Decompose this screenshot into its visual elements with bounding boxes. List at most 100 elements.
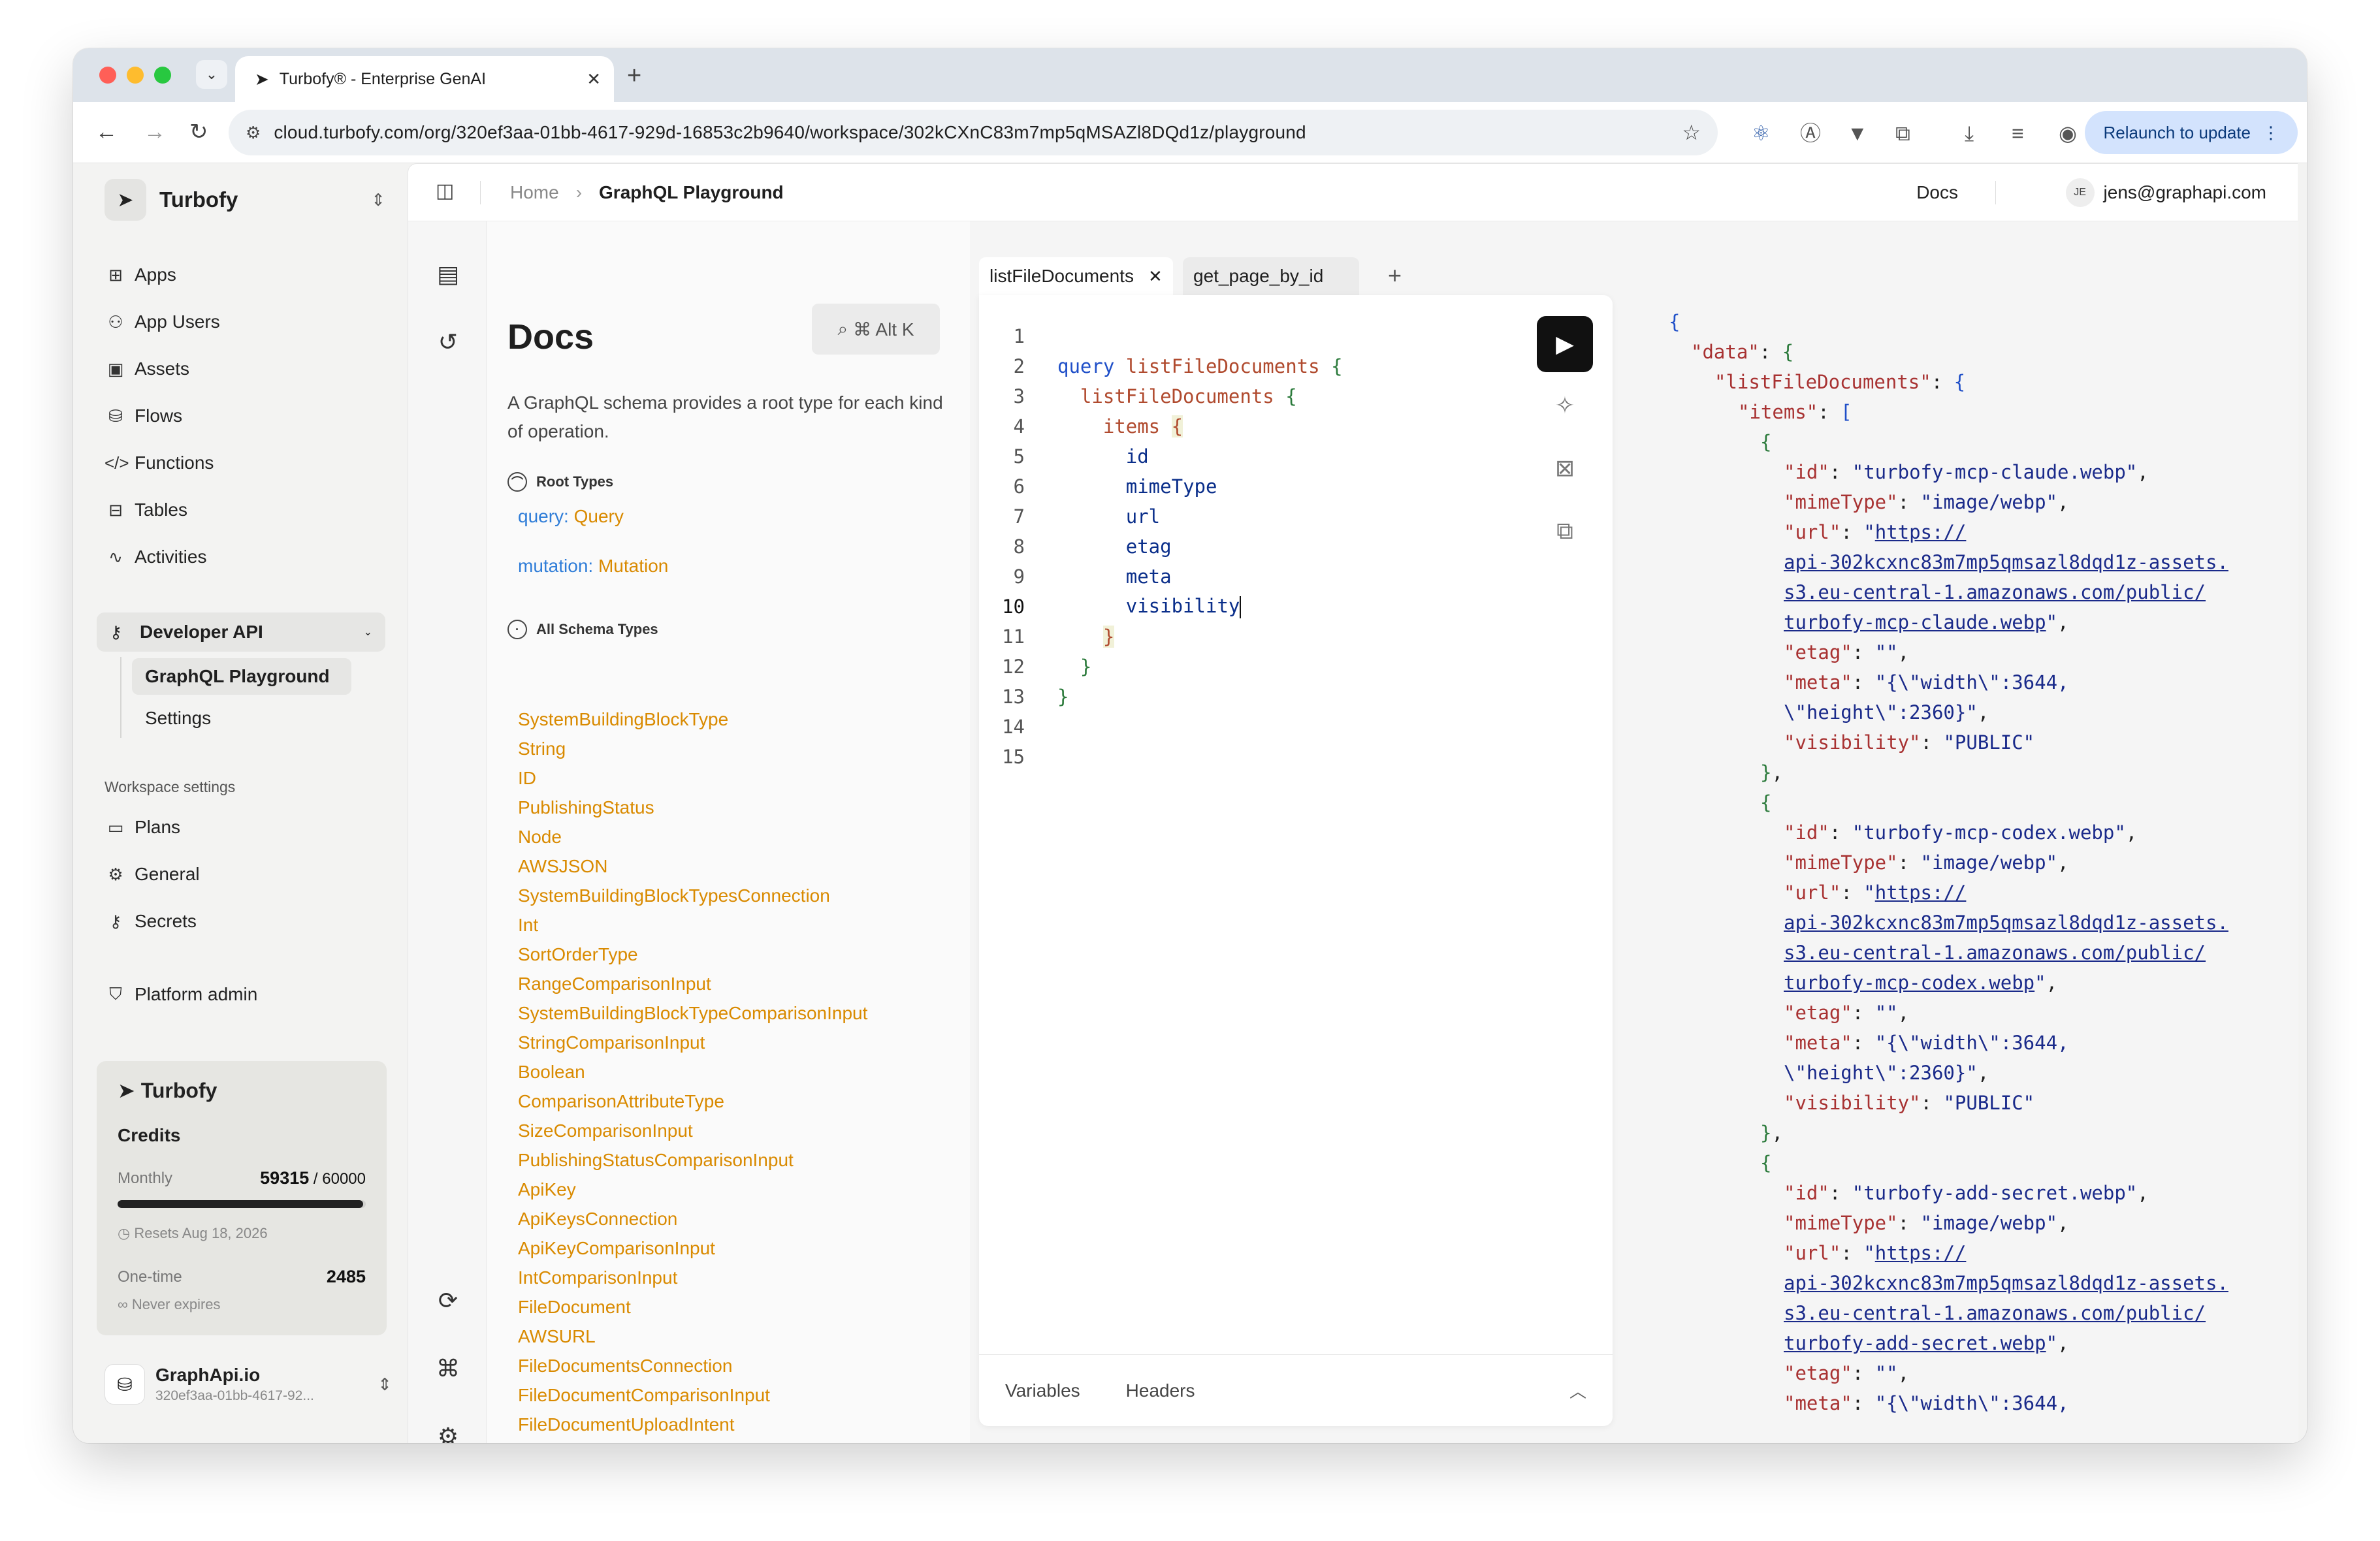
json-url-link[interactable]: s3.eu-central-1.amazonaws.com/public/	[1784, 942, 2206, 964]
forward-icon[interactable]: →	[144, 119, 166, 145]
tab-listFileDocuments[interactable]: listFileDocuments ✕	[979, 257, 1173, 295]
json-url-link[interactable]: api-302kcxnc83m7mp5qmsazl8dqd1z-assets.	[1784, 551, 2228, 573]
schema-type-link[interactable]: SystemBuildingBlockTypeComparisonInput	[518, 998, 874, 1028]
docs-explorer-icon[interactable]: ▤	[432, 258, 464, 291]
tab-get-page-by-id[interactable]: get_page_by_id	[1183, 257, 1359, 295]
address-bar-url[interactable]: cloud.turbofy.com/org/320ef3aa-01bb-4617…	[274, 122, 1682, 143]
tab-search-button[interactable]: ⌄	[196, 60, 227, 89]
new-tab-button[interactable]: +	[627, 63, 641, 89]
sidebar-toggle-icon[interactable]: ◫	[436, 180, 454, 202]
schema-type-link[interactable]: FileDocumentUploadIntentsConnection	[518, 1439, 874, 1443]
close-tab-icon[interactable]: ✕	[1148, 266, 1163, 287]
schema-type-link[interactable]: AWSJSON	[518, 851, 874, 881]
add-tab-button[interactable]: +	[1388, 262, 1402, 289]
schema-type-link[interactable]: ID	[518, 763, 874, 793]
schema-type-link[interactable]: StringComparisonInput	[518, 1028, 874, 1057]
schema-type-link[interactable]: FileDocument	[518, 1292, 874, 1322]
sidebar-item-assets[interactable]: ▣ Assets	[105, 350, 189, 388]
schema-type-link[interactable]: ApiKeysConnection	[518, 1204, 874, 1233]
reading-list-icon[interactable]: ≡	[2012, 120, 2024, 146]
json-url-link[interactable]: turbofy-add-secret.webp	[1784, 1332, 2046, 1354]
json-url-link[interactable]: api-302kcxnc83m7mp5qmsazl8dqd1z-assets.	[1784, 1272, 2228, 1294]
schema-type-link[interactable]: Node	[518, 822, 874, 851]
sidebar-item-functions[interactable]: </> Functions	[105, 444, 214, 482]
root-query-link[interactable]: query: Query	[518, 506, 624, 527]
schema-type-link[interactable]: SystemBuildingBlockType	[518, 705, 874, 734]
schema-type-link[interactable]: FileDocumentsConnection	[518, 1351, 874, 1380]
sidebar-item-app-users[interactable]: ⚇ App Users	[105, 303, 219, 341]
schema-type-link[interactable]: String	[518, 734, 874, 763]
json-url-link[interactable]: s3.eu-central-1.amazonaws.com/public/	[1784, 581, 2206, 603]
relaunch-button[interactable]: Relaunch to update ⋮	[2085, 111, 2298, 154]
workspace-switcher[interactable]: ➤ Turbofy ⇕	[105, 178, 385, 222]
sidebar-item-secrets[interactable]: ⚷ Secrets	[105, 902, 196, 940]
extension-a-icon[interactable]: Ⓐ	[1800, 120, 1821, 146]
schema-type-link[interactable]: SizeComparisonInput	[518, 1116, 874, 1145]
sidebar-item-general[interactable]: ⚙ General	[105, 855, 199, 893]
history-icon[interactable]: ↺	[432, 326, 464, 358]
root-mutation-type[interactable]: Mutation	[598, 556, 668, 576]
extensions-puzzle-icon[interactable]: ⧉	[1895, 120, 1910, 146]
bookmark-star-icon[interactable]: ☆	[1682, 120, 1701, 145]
shortcuts-icon[interactable]: ⌘	[432, 1352, 464, 1385]
profile-icon[interactable]: ◉	[2059, 120, 2077, 146]
close-window-button[interactable]	[99, 67, 116, 84]
schema-type-link[interactable]: FileDocumentUploadIntent	[518, 1410, 874, 1439]
schema-type-link[interactable]: Int	[518, 910, 874, 940]
reload-icon[interactable]: ↻	[189, 119, 208, 145]
variables-tab[interactable]: Variables	[1005, 1380, 1080, 1401]
prettify-icon[interactable]: ✧	[1549, 392, 1581, 419]
schema-type-link[interactable]: RangeComparisonInput	[518, 969, 874, 998]
close-tab-icon[interactable]: ✕	[587, 69, 601, 89]
site-settings-icon[interactable]: ⚙	[246, 123, 261, 143]
sidebar-item-api-settings[interactable]: Settings	[132, 700, 224, 737]
copy-query-icon[interactable]: ⧉	[1549, 517, 1581, 545]
sidebar-item-plans[interactable]: ▭ Plans	[105, 808, 180, 846]
json-url-link[interactable]: turbofy-mcp-claude.webp	[1784, 611, 2046, 633]
sidebar-item-platform-admin[interactable]: ⛉ Platform admin	[105, 976, 257, 1013]
schema-type-link[interactable]: PublishingStatusComparisonInput	[518, 1145, 874, 1175]
maximize-window-button[interactable]	[154, 67, 171, 84]
json-url-link[interactable]: s3.eu-central-1.amazonaws.com/public/	[1784, 1302, 2206, 1324]
download-icon[interactable]: ⤓	[1965, 120, 1974, 146]
schema-type-link[interactable]: SystemBuildingBlockTypesConnection	[518, 881, 874, 910]
schema-type-link[interactable]: ApiKey	[518, 1175, 874, 1204]
schema-type-link[interactable]: Boolean	[518, 1057, 874, 1087]
schema-type-link[interactable]: AWSURL	[518, 1322, 874, 1351]
root-mutation-link[interactable]: mutation: Mutation	[518, 556, 668, 577]
schema-type-link[interactable]: FileDocumentComparisonInput	[518, 1380, 874, 1410]
json-url-link[interactable]: api-302kcxnc83m7mp5qmsazl8dqd1z-assets.	[1784, 912, 2228, 934]
headers-tab[interactable]: Headers	[1126, 1380, 1195, 1401]
query-editor[interactable]: 1 2 query listFileDocuments {3 listFileDoc…	[979, 295, 1613, 1426]
query-code[interactable]: 1 2 query listFileDocuments {3 listFileDoc…	[979, 321, 1342, 772]
json-url-link[interactable]: https://	[1875, 882, 1967, 904]
docs-search-button[interactable]: ⌕ ⌘ Alt K	[812, 304, 940, 355]
root-query-type[interactable]: Query	[574, 506, 624, 526]
schema-type-link[interactable]: ComparisonAttributeType	[518, 1087, 874, 1116]
sidebar-item-flows[interactable]: ⛁ Flows	[105, 397, 182, 435]
address-bar[interactable]: ⚙ cloud.turbofy.com/org/320ef3aa-01bb-46…	[229, 110, 1718, 155]
json-url-link[interactable]: https://	[1875, 1242, 1967, 1264]
sidebar-item-activities[interactable]: ∿ Activities	[105, 538, 206, 576]
sidebar-item-apps[interactable]: ⊞ Apps	[105, 256, 176, 294]
schema-type-link[interactable]: PublishingStatus	[518, 793, 874, 822]
run-query-button[interactable]: ▶	[1537, 316, 1593, 372]
sidebar-item-tables[interactable]: ⊟ Tables	[105, 491, 187, 529]
sidebar-item-graphql-playground[interactable]: GraphQL Playground	[132, 658, 351, 695]
back-icon[interactable]: ←	[95, 119, 118, 145]
schema-type-link[interactable]: SortOrderType	[518, 940, 874, 969]
json-url-link[interactable]: https://	[1875, 521, 1967, 543]
chevron-up-icon[interactable]: ︿	[1569, 1378, 1586, 1403]
breadcrumb-home[interactable]: Home	[510, 182, 559, 203]
result-viewer[interactable]: {"data": {"listFileDocuments": {"items":…	[1669, 295, 2298, 1443]
json-url-link[interactable]: turbofy-mcp-codex.webp	[1784, 972, 2034, 994]
docs-link[interactable]: Docs	[1916, 182, 1958, 203]
merge-fragments-icon[interactable]: ⊠	[1549, 454, 1581, 482]
org-switcher[interactable]: ⛁ GraphApi.io 320ef3aa-01bb-4617-92... ⇕	[105, 1358, 392, 1410]
extension-v-icon[interactable]: ▼	[1847, 120, 1868, 146]
user-menu[interactable]: JE jens@graphapi.com	[2065, 178, 2266, 207]
sidebar-group-developer-api[interactable]: ⚷ Developer API ⌄	[97, 612, 385, 652]
minimize-window-button[interactable]	[127, 67, 144, 84]
schema-type-link[interactable]: IntComparisonInput	[518, 1263, 874, 1292]
refetch-schema-icon[interactable]: ⟳	[432, 1284, 464, 1317]
